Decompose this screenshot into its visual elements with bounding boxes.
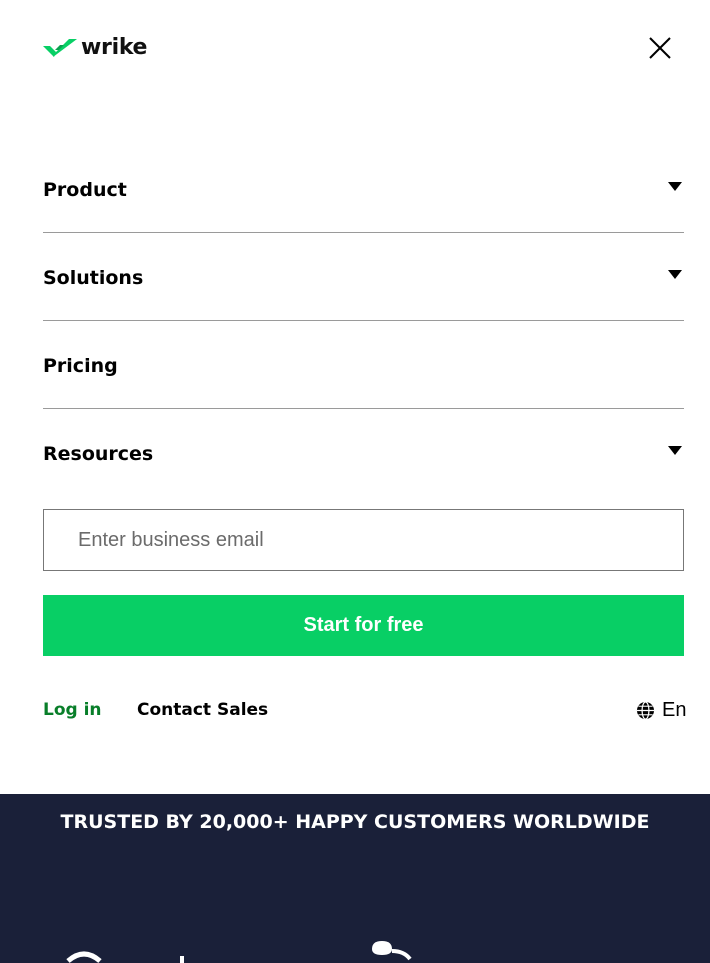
mobile-menu: Product Solutions Pricing Resources [43, 145, 684, 497]
menu-item-label: Pricing [43, 355, 118, 377]
header: wrike [0, 0, 710, 96]
menu-item-label: Product [43, 179, 127, 201]
customer-logo-partial-icon [66, 941, 412, 963]
language-label: En [662, 699, 687, 721]
logo-text: wrike [81, 35, 148, 60]
caret-down-icon [668, 270, 682, 279]
menu-item-label: Solutions [43, 267, 144, 289]
customer-logos-row [0, 939, 710, 963]
login-link[interactable]: Log in [43, 699, 102, 721]
menu-item-solutions[interactable]: Solutions [43, 233, 684, 321]
menu-item-resources[interactable]: Resources [43, 409, 684, 497]
close-icon [649, 37, 671, 59]
menu-item-label: Resources [43, 443, 154, 465]
start-for-free-button[interactable]: Start for free [43, 595, 684, 656]
menu-item-pricing[interactable]: Pricing [43, 321, 684, 409]
trusted-customers-section: TRUSTED BY 20,000+ HAPPY CUSTOMERS WORLD… [0, 794, 710, 963]
menu-item-product[interactable]: Product [43, 145, 684, 233]
trusted-title: TRUSTED BY 20,000+ HAPPY CUSTOMERS WORLD… [60, 811, 650, 833]
caret-down-icon [668, 446, 682, 455]
wrike-logo[interactable]: wrike [43, 36, 147, 60]
language-selector[interactable]: En [636, 698, 686, 722]
wrike-checkmark-icon [43, 39, 77, 57]
contact-sales-link[interactable]: Contact Sales [137, 699, 268, 721]
globe-icon [636, 700, 655, 720]
business-email-input[interactable] [43, 509, 684, 571]
close-menu-button[interactable] [645, 33, 675, 63]
caret-down-icon [668, 182, 682, 191]
